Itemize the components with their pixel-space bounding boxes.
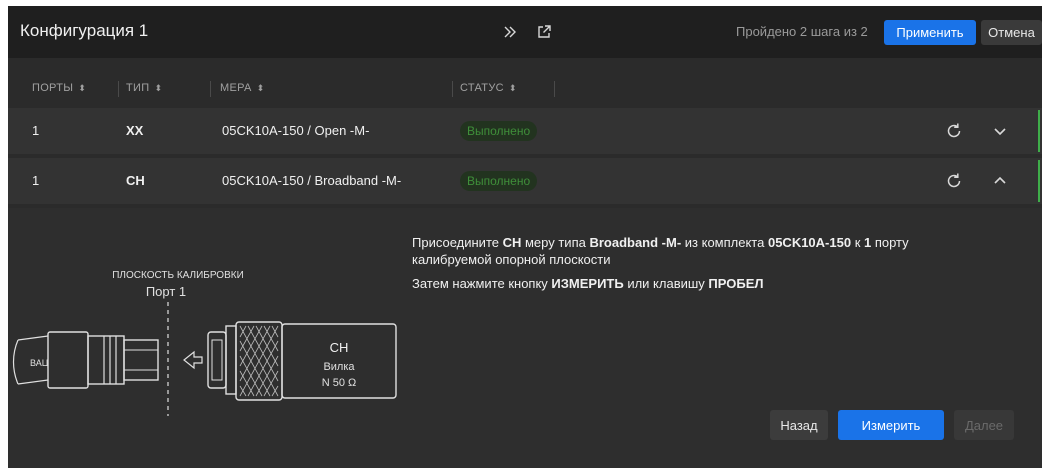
connect-arrow-icon [183,350,203,370]
sort-icon: ⬍ [508,83,517,93]
table-row[interactable]: 1 XX 05CK10A-150 / Open -M- Выполнено [8,108,1042,154]
connection-diagram: ПЛОСКОСТЬ КАЛИБРОВКИ Порт 1 ВАЦ CH Вилка… [12,270,397,416]
chevron-up-icon[interactable] [990,171,1010,191]
row-standard: 05CK10A-150 / Broadband -M- [222,173,402,188]
column-divider [554,81,555,97]
status-indicator [1038,110,1040,152]
row-type: CH [126,173,145,188]
column-header-type[interactable]: ТИП ⬍ [126,82,162,94]
calibration-dialog: Конфигурация 1 Пройдено 2 шага из 2 Прим… [8,6,1042,468]
external-window-icon[interactable] [536,23,552,41]
status-badge: Выполнено [460,121,538,141]
row-port: 1 [32,123,40,138]
chevron-down-icon[interactable] [990,121,1010,141]
port-label: Порт 1 [146,284,186,299]
column-header-ports[interactable]: ПОРТЫ ⬍ [32,82,86,94]
row-port: 1 [32,173,40,188]
calibration-plane-label: ПЛОСКОСТЬ КАЛИБРОВКИ [112,270,244,281]
measure-button[interactable]: Измерить [838,410,944,440]
table-header: ПОРТЫ ⬍ ТИП ⬍ МЕРА ⬍ СТАТУС ⬍ [8,76,1042,102]
status-indicator [1038,160,1040,202]
progress-text: Пройдено 2 шага из 2 [736,24,868,39]
sort-icon: ⬍ [78,83,87,93]
instruction-hint: Затем нажмите кнопку ИЗМЕРИТЬ или клавиш… [412,276,764,291]
remeasure-icon[interactable] [944,171,964,191]
dialog-header: Конфигурация 1 Пройдено 2 шага из 2 Прим… [8,6,1042,58]
sort-icon: ⬍ [154,83,163,93]
vna-label: ВАЦ [30,358,49,368]
step-details-panel: ПЛОСКОСТЬ КАЛИБРОВКИ Порт 1 ВАЦ CH Вилка… [8,208,1042,468]
standard-gender-label: Вилка [323,361,355,373]
apply-button[interactable]: Применить [884,20,976,45]
status-badge: Выполнено [460,171,538,191]
standard-connector-label: N 50 Ω [322,377,357,389]
cancel-button[interactable]: Отмена [981,20,1042,45]
back-button[interactable]: Назад [770,410,828,440]
instruction-text: Присоедините CH меру типа Broadband -M- … [412,235,909,267]
next-button: Далее [954,410,1014,440]
calibration-standard [207,321,397,401]
column-divider [452,81,453,97]
row-standard: 05CK10A-150 / Open -M- [222,123,370,138]
table-row[interactable]: 1 CH 05CK10A-150 / Broadband -M- Выполне… [8,158,1042,204]
remeasure-icon[interactable] [944,121,964,141]
sort-icon: ⬍ [256,83,265,93]
column-header-standard[interactable]: МЕРА ⬍ [220,82,264,94]
column-header-status[interactable]: СТАТУС ⬍ [460,82,517,94]
column-divider [118,81,119,97]
column-divider [210,81,211,97]
dialog-title: Конфигурация 1 [20,21,149,40]
collapse-chevrons-icon[interactable] [502,23,518,41]
row-type: XX [126,123,144,138]
standard-type-label: CH [330,340,349,355]
